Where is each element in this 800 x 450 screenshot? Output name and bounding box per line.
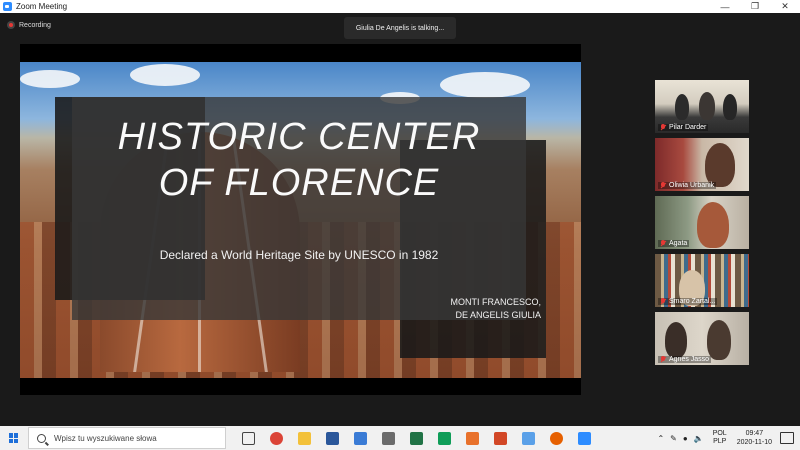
participant-video [665, 322, 687, 358]
network-icon[interactable]: ● [683, 434, 688, 443]
clock-time: 09:47 [745, 430, 764, 437]
windows-taskbar: Wpisz tu wyszukiwane słowa ⌃ ✎ ● 🔈 POL P… [0, 426, 800, 450]
powerpoint-icon[interactable] [489, 427, 511, 449]
keyboard-layout: PLP [713, 438, 727, 445]
slide-authors: MONTI FRANCESCO, DE ANGELIS GIULIA [450, 296, 541, 322]
cloud-decoration [130, 64, 200, 86]
record-icon [7, 21, 15, 29]
window-title: Zoom Meeting [16, 2, 68, 11]
participant-video [707, 320, 731, 360]
slide-title-line2: OF FLORENCE [158, 162, 440, 204]
slide-title-line1: HISTORIC CENTER [117, 116, 481, 158]
slide-title: HISTORIC CENTER OF FLORENCE [72, 114, 526, 206]
clock[interactable]: 09:47 2020-11-10 [737, 429, 772, 447]
cloud-decoration [20, 70, 80, 88]
zoom-logo-icon [3, 2, 12, 11]
close-button[interactable]: ✕ [770, 0, 800, 13]
mic-muted-icon [660, 298, 666, 305]
media-player-icon[interactable] [461, 427, 483, 449]
mic-muted-icon [660, 124, 666, 131]
meeting-area: Recording Giulia De Angelis is talking..… [0, 13, 800, 426]
word-icon[interactable] [321, 427, 343, 449]
zoom-icon[interactable] [573, 427, 595, 449]
search-placeholder: Wpisz tu wyszukiwane słowa [54, 433, 157, 443]
windows-logo-icon [9, 433, 19, 443]
calculator-icon[interactable] [377, 427, 399, 449]
participant-name-tag: Agnes Jasso [658, 356, 712, 363]
task-view-icon[interactable] [237, 427, 259, 449]
sheets-icon[interactable] [433, 427, 455, 449]
mic-muted-icon [660, 182, 666, 189]
author-2: DE ANGELIS GIULIA [455, 310, 541, 320]
taskbar-search[interactable]: Wpisz tu wyszukiwane słowa [28, 427, 226, 449]
chrome-icon[interactable] [265, 427, 287, 449]
recording-indicator[interactable]: Recording [7, 21, 51, 29]
participant-tile[interactable]: Pilar Darder [655, 80, 749, 133]
participant-video [675, 94, 689, 120]
participant-video [697, 202, 729, 248]
restore-button[interactable]: ❐ [740, 0, 770, 13]
firefox-icon[interactable] [545, 427, 567, 449]
participant-name: Smaro Zartal... [669, 298, 716, 305]
system-tray: ⌃ ✎ ● 🔈 POL PLP 09:47 2020-11-10 [654, 429, 800, 447]
participant-tile[interactable]: Oliwia Urbanik [655, 138, 749, 191]
participant-video [699, 92, 715, 120]
start-button[interactable] [0, 426, 28, 450]
chevron-up-icon[interactable]: ⌃ [657, 434, 664, 443]
minimize-button[interactable]: — [710, 0, 740, 13]
participant-name: Agnes Jasso [669, 356, 710, 363]
participant-name-tag: Smaro Zartal... [658, 298, 718, 305]
file-explorer-icon[interactable] [293, 427, 315, 449]
cloud-decoration [440, 72, 530, 98]
photos-icon[interactable] [517, 427, 539, 449]
language-code: POL [712, 430, 727, 437]
presentation-slide: HISTORIC CENTER OF FLORENCE Declared a W… [20, 62, 581, 378]
participant-tile[interactable]: Agnes Jasso [655, 312, 749, 365]
mic-muted-icon [660, 356, 666, 363]
slide-subtitle: Declared a World Heritage Site by UNESCO… [159, 248, 439, 262]
clock-date: 2020-11-10 [736, 439, 772, 446]
participant-tile[interactable]: Agata [655, 196, 749, 249]
participant-video [705, 143, 735, 187]
participant-gallery: Pilar Darder Oliwia Urbanik Agata Smaro … [655, 80, 749, 370]
window-title-bar: Zoom Meeting — ❐ ✕ [0, 0, 800, 13]
notepad-icon[interactable] [349, 427, 371, 449]
notification-icon[interactable] [780, 432, 794, 444]
participant-tile[interactable]: Smaro Zartal... [655, 254, 749, 307]
author-1: MONTI FRANCESCO, [450, 297, 541, 307]
excel-icon[interactable] [405, 427, 427, 449]
search-icon [37, 433, 46, 443]
recording-label: Recording [19, 21, 51, 29]
pinned-apps [234, 427, 598, 449]
input-language[interactable]: POL PLP [713, 430, 727, 446]
participant-name-tag: Agata [658, 240, 690, 247]
participant-name: Agata [669, 240, 688, 247]
participant-video [723, 94, 737, 120]
participant-name: Pilar Darder [669, 124, 707, 131]
participant-name: Oliwia Urbanik [669, 182, 715, 189]
shared-screen: HISTORIC CENTER OF FLORENCE Declared a W… [20, 44, 581, 395]
active-speaker-banner: Giulia De Angelis is talking... [344, 17, 456, 39]
mic-muted-icon [660, 240, 666, 247]
participant-name-tag: Oliwia Urbanik [658, 182, 717, 189]
volume-icon[interactable]: 🔈 [694, 434, 704, 443]
participant-name-tag: Pilar Darder [658, 124, 709, 131]
pen-icon[interactable]: ✎ [670, 434, 677, 443]
